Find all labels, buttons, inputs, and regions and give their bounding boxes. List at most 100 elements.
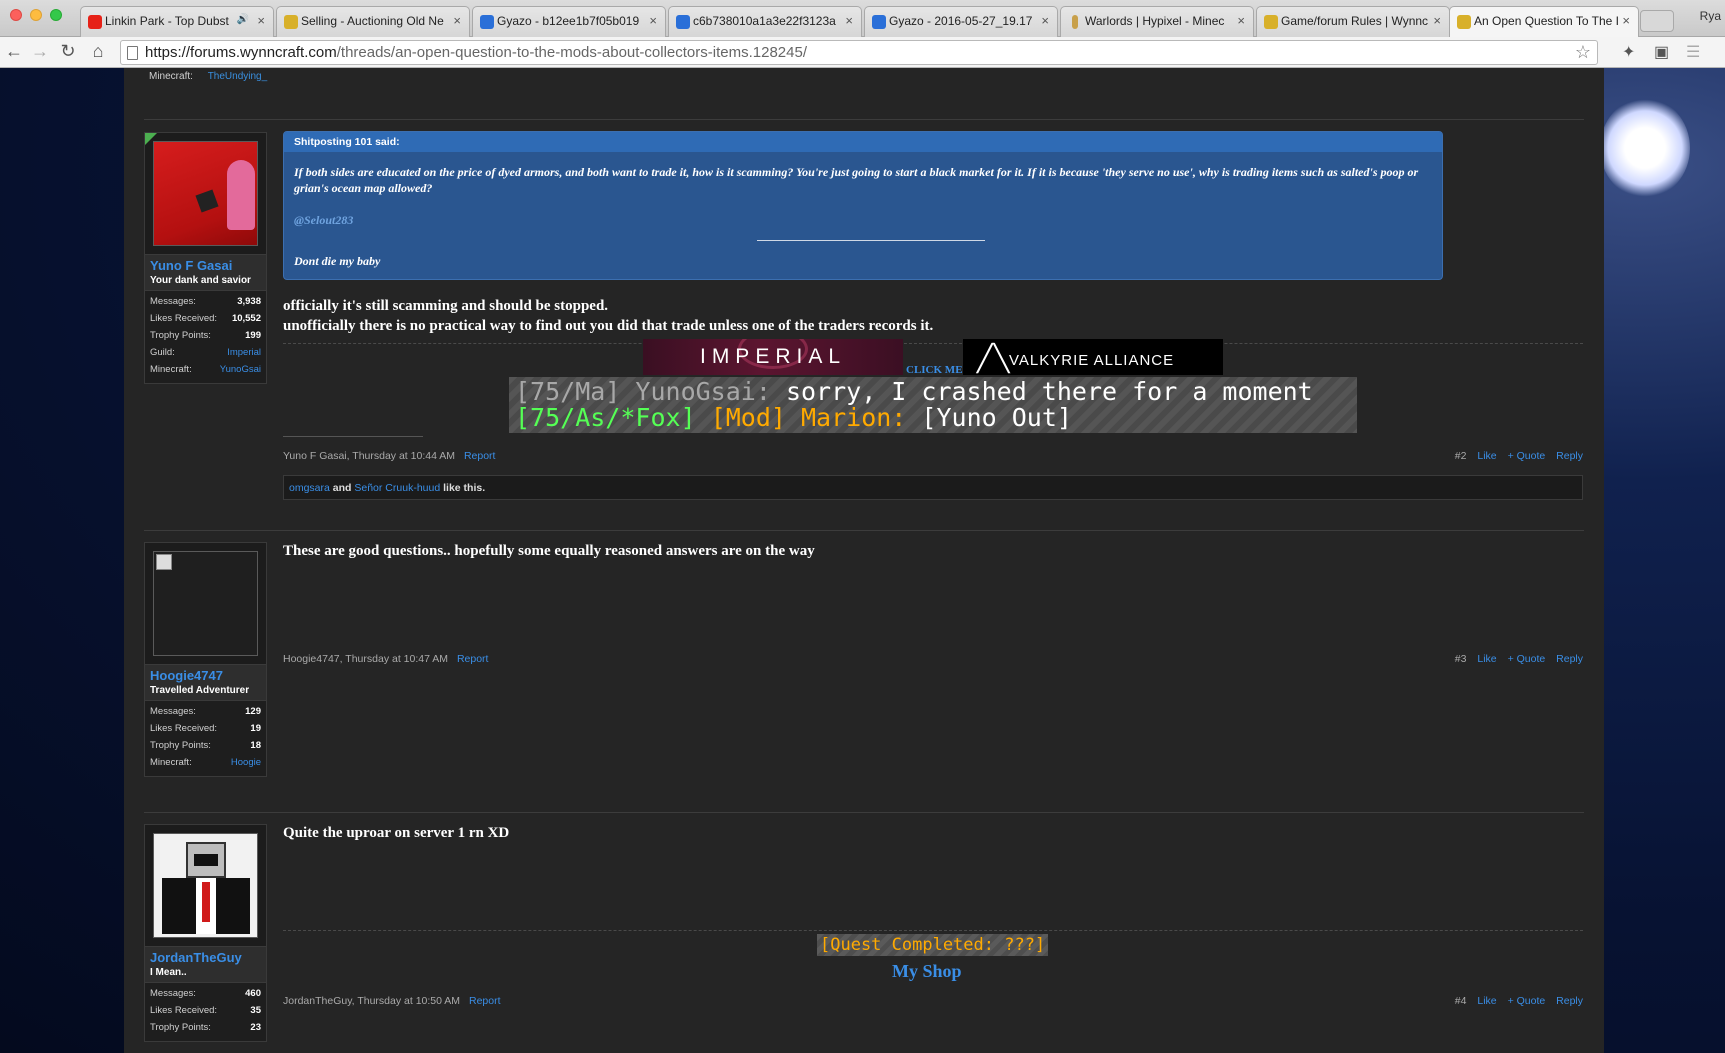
tab-gyazo-3[interactable]: Gyazo - 2016-05-27_19.17 × [864, 6, 1058, 37]
stat-value[interactable]: 199 [245, 330, 261, 347]
stat-value[interactable]: 3,938 [237, 296, 261, 313]
address-bar[interactable]: https://forums.wynncraft.com/threads/an-… [120, 40, 1598, 65]
forward-arrow-icon[interactable]: → [28, 41, 52, 62]
minecraft-link[interactable]: Hoogie [231, 757, 261, 774]
meta-author[interactable]: JordanTheGuy, [283, 995, 355, 1007]
youtube-favicon-icon [88, 15, 102, 29]
tab-linkin-park[interactable]: Linkin Park - Top Dubst 🔊 × [80, 6, 274, 37]
stat-value[interactable]: 18 [250, 740, 261, 757]
tab-title: Gyazo - b12ee1b7f05b019 [497, 14, 640, 28]
user-title: Your dank and savior [150, 275, 251, 286]
tab-gyazo-1[interactable]: Gyazo - b12ee1b7f05b019 × [472, 6, 666, 37]
close-tab-icon[interactable]: × [1622, 13, 1630, 28]
close-tab-icon[interactable]: × [1041, 13, 1049, 28]
reply-button[interactable]: Reply [1556, 995, 1583, 1007]
profile-button[interactable]: Rya [1700, 9, 1721, 23]
close-tab-icon[interactable]: × [1237, 13, 1245, 28]
quote-block: Shitposting 101 said: If both sides are … [283, 131, 1443, 280]
close-window-button[interactable] [10, 9, 22, 21]
tab-title: Warlords | Hypixel - Minec [1085, 14, 1225, 28]
username-link[interactable]: Hoogie4747 [150, 668, 261, 683]
post-number[interactable]: #2 [1455, 450, 1467, 462]
username-link[interactable]: Yuno F Gasai [150, 258, 261, 273]
quote-button[interactable]: + Quote [1508, 450, 1546, 462]
chat-prefix: [75/Ma] YunoGsai: [515, 377, 771, 406]
minecraft-link[interactable]: TheUndying_ [208, 71, 267, 82]
tab-open-question[interactable]: An Open Question To The I × [1449, 6, 1639, 37]
like-button[interactable]: Like [1477, 995, 1496, 1007]
meta-time[interactable]: Thursday at 10:44 AM [352, 450, 455, 462]
extension-icon[interactable]: ✦ [1622, 42, 1635, 62]
close-tab-icon[interactable]: × [1433, 13, 1441, 28]
avatar-tie [202, 882, 210, 922]
close-tab-icon[interactable]: × [845, 13, 853, 28]
home-icon[interactable]: ⌂ [86, 41, 110, 62]
guild-link[interactable]: Imperial [227, 347, 261, 364]
post-number[interactable]: #3 [1455, 653, 1467, 665]
stat-value[interactable]: 19 [250, 723, 261, 740]
user-name-box: Hoogie4747 Travelled Adventurer [144, 665, 267, 701]
report-link[interactable]: Report [457, 653, 489, 665]
stat-value[interactable]: 10,552 [232, 313, 261, 330]
stat-row: Trophy Points: 23 [150, 1022, 261, 1039]
meta-author[interactable]: Yuno F Gasai, [283, 450, 350, 462]
report-link[interactable]: Report [469, 995, 501, 1007]
stat-value[interactable]: 23 [250, 1022, 261, 1039]
username-link[interactable]: JordanTheGuy [150, 950, 261, 965]
avatar-frame [144, 132, 267, 255]
tab-title: Linkin Park - Top Dubst [105, 14, 229, 28]
like-button[interactable]: Like [1477, 450, 1496, 462]
gyazo-favicon-icon [872, 15, 886, 29]
stat-value[interactable]: 129 [245, 706, 261, 723]
stat-value[interactable]: 35 [250, 1005, 261, 1022]
stat-label: Messages: [150, 988, 196, 999]
reply-button[interactable]: Reply [1556, 653, 1583, 665]
tab-hypixel[interactable]: Warlords | Hypixel - Minec × [1060, 6, 1254, 37]
liker-link[interactable]: Señor Cruuk-huud [354, 482, 440, 494]
avatar[interactable] [153, 141, 258, 246]
bookmark-star-icon[interactable]: ☆ [1575, 42, 1591, 63]
reload-icon[interactable]: ↻ [56, 41, 80, 62]
minimize-window-button[interactable] [30, 9, 42, 21]
stat-row: Messages: 3,938 [150, 296, 261, 313]
extension-icon[interactable]: ▣ [1654, 42, 1669, 62]
back-arrow-icon[interactable]: ← [2, 41, 26, 62]
post-text: These are good questions.. hopefully som… [283, 543, 815, 559]
tab-forum-rules[interactable]: Game/forum Rules | Wynnc × [1256, 6, 1450, 37]
close-tab-icon[interactable]: × [257, 13, 265, 28]
moon-decoration [1600, 98, 1690, 198]
minecraft-link[interactable]: YunoGsai [220, 364, 261, 381]
chat-message: [Yuno Out] [921, 403, 1072, 432]
close-tab-icon[interactable]: × [649, 13, 657, 28]
post-number[interactable]: #4 [1455, 995, 1467, 1007]
close-tab-icon[interactable]: × [453, 13, 461, 28]
meta-time[interactable]: Thursday at 10:47 AM [345, 653, 448, 665]
liker-link[interactable]: omgsara [289, 482, 330, 494]
reply-button[interactable]: Reply [1556, 450, 1583, 462]
menu-icon[interactable]: ☰ [1686, 42, 1700, 62]
mention-link[interactable]: @Selout283 [294, 212, 1432, 228]
signature-underline [283, 436, 423, 437]
my-shop-link[interactable]: My Shop [892, 961, 962, 982]
like-button[interactable]: Like [1477, 653, 1496, 665]
meta-time[interactable]: Thursday at 10:50 AM [357, 995, 460, 1007]
tab-gyazo-2[interactable]: c6b738010a1a3e22f3123a × [668, 6, 862, 37]
maximize-window-button[interactable] [50, 9, 62, 21]
imperial-banner[interactable]: IMPERIAL [643, 339, 903, 375]
quote-header[interactable]: Shitposting 101 said: [284, 132, 1442, 152]
new-tab-button[interactable] [1640, 10, 1674, 32]
click-me-link[interactable]: CLICK ME [906, 364, 963, 376]
meta-author[interactable]: Hoogie4747, [283, 653, 343, 665]
stat-value[interactable]: 460 [245, 988, 261, 1005]
tab-selling[interactable]: Selling - Auctioning Old Ne × [276, 6, 470, 37]
stat-row: Likes Received: 10,552 [150, 313, 261, 330]
stat-row: Trophy Points: 199 [150, 330, 261, 347]
tab-title: c6b738010a1a3e22f3123a [693, 14, 836, 28]
quote-button[interactable]: + Quote [1508, 653, 1546, 665]
avatar[interactable] [153, 551, 258, 656]
quote-button[interactable]: + Quote [1508, 995, 1546, 1007]
avatar[interactable] [153, 833, 258, 938]
stat-row: Likes Received: 19 [150, 723, 261, 740]
report-link[interactable]: Report [464, 450, 496, 462]
valkyrie-banner[interactable]: ╱╲ VALKYRIE ALLIANCE [963, 339, 1223, 375]
